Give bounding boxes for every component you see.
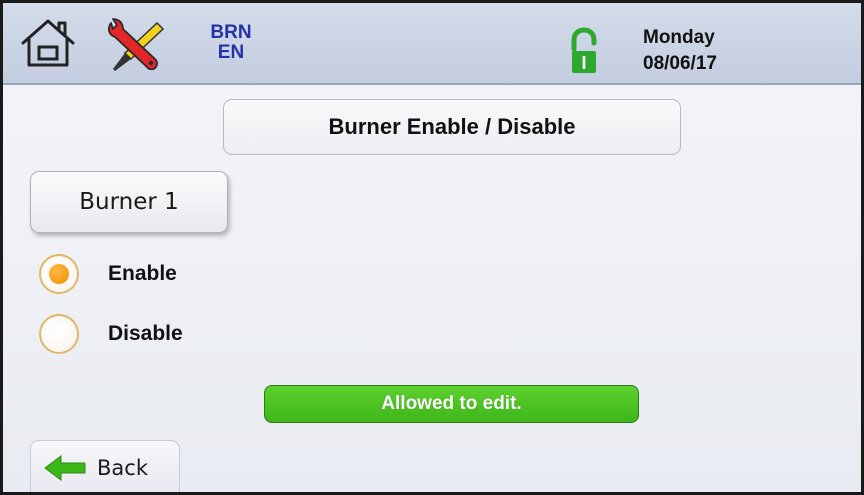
mode-line-2: EN	[217, 42, 245, 63]
radio-unselected-icon	[39, 314, 79, 354]
radio-selected-icon	[39, 254, 79, 294]
back-arrow-icon	[44, 455, 86, 481]
enable-label: Enable	[108, 262, 177, 285]
date-label: 08/06/17	[643, 53, 717, 74]
back-label: Back	[97, 456, 148, 480]
radio-dot	[49, 264, 69, 284]
status-badge: Allowed to edit.	[264, 385, 639, 423]
burner-select-button[interactable]: Burner 1	[30, 171, 228, 233]
home-button[interactable]	[19, 17, 77, 69]
page-title: Burner Enable / Disable	[223, 99, 681, 155]
screen-frame: BRN EN I Monday 08/06/17 Burner Enable /…	[0, 0, 864, 495]
back-button[interactable]: Back	[30, 440, 180, 492]
tools-button[interactable]	[101, 15, 173, 75]
day-label: Monday	[643, 27, 715, 48]
unlocked-icon[interactable]: I	[569, 27, 599, 77]
enable-radio[interactable]: Enable	[39, 251, 177, 297]
tools-icon	[108, 18, 165, 71]
mode-line-1: BRN	[210, 22, 252, 43]
disable-radio[interactable]: Disable	[39, 311, 183, 357]
header-bar: BRN EN I Monday 08/06/17	[3, 3, 861, 85]
disable-label: Disable	[108, 322, 183, 345]
home-icon	[21, 19, 75, 67]
lock-letter: I	[581, 53, 586, 73]
mode-indicator: BRN EN	[201, 23, 261, 63]
